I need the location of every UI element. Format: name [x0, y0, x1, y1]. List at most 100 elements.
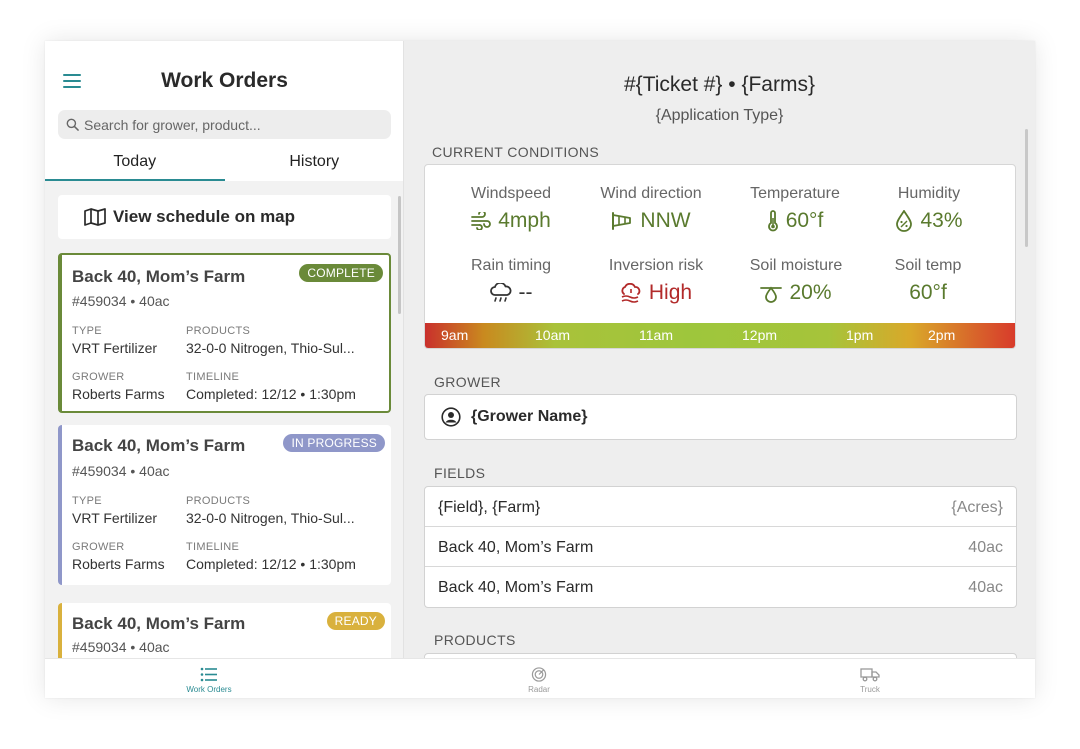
type-label: TYPE — [72, 325, 102, 337]
wind-icon — [471, 212, 492, 230]
soil-moisture-icon — [760, 286, 783, 303]
panel-title: Work Orders — [161, 69, 288, 92]
metric-value-row: High — [582, 281, 730, 305]
card-title: Back 40, Mom’s Farm — [72, 267, 246, 286]
inversion-icon — [621, 283, 641, 303]
conditions-section-label: CURRENT CONDITIONS — [432, 144, 600, 160]
view-map-label: View schedule on map — [113, 207, 296, 226]
status-badge: COMPLETE — [299, 264, 383, 282]
metric-label: Soil moisture — [749, 257, 843, 274]
scrollbar[interactable] — [1025, 129, 1028, 247]
fields-section-label: FIELDS — [434, 465, 486, 481]
metric-value: High — [648, 281, 693, 304]
tab-history[interactable]: History — [225, 149, 404, 181]
detail-title: #{Ticket #} • {Farms} — [624, 73, 815, 96]
metric-label: Wind direction — [600, 185, 702, 202]
metric-label: Inversion risk — [608, 257, 704, 274]
timeline-hour: 2pm — [928, 327, 956, 343]
nav-label: Truck — [860, 685, 880, 694]
field-row[interactable]: Back 40, Mom’s Farm 40ac — [425, 567, 1016, 607]
grower-value: Roberts Farms — [72, 556, 165, 572]
field-acres: 40ac — [968, 539, 1003, 556]
metric-value-row: 20% — [722, 281, 870, 305]
windsock-icon — [612, 212, 632, 230]
card-subtitle: #459034 • 40ac — [72, 293, 170, 309]
metric-value: 43% — [920, 209, 963, 232]
type-label: TYPE — [72, 495, 102, 507]
grower-row[interactable]: {Grower Name} — [424, 394, 1017, 440]
metric-value-row: 4mph — [437, 209, 585, 233]
field-name: {Field}, {Farm} — [438, 499, 541, 516]
products-label: PRODUCTS — [186, 325, 251, 337]
field-row[interactable]: {Field}, {Farm} {Acres} — [425, 487, 1016, 527]
radar-icon — [531, 667, 547, 682]
grower-label: GROWER — [72, 371, 125, 383]
scrollbar[interactable] — [398, 196, 401, 314]
person-icon — [441, 407, 461, 427]
metric-value: 60°f — [785, 209, 824, 232]
metric-value-row: 60°f — [721, 209, 869, 233]
grower-section-label: GROWER — [434, 374, 501, 390]
field-row[interactable]: Back 40, Mom’s Farm 40ac — [425, 527, 1016, 567]
metric-windspeed: Windspeed 4mph — [437, 185, 585, 233]
timeline-hour: 11am — [639, 327, 673, 343]
timeline-hour: 1pm — [846, 327, 874, 343]
work-orders-panel: Work Orders Today History — [45, 41, 404, 658]
metric-value-row: NNW — [577, 209, 725, 233]
products-value: 32-0-0 Nitrogen, Thio-Sul... — [186, 340, 355, 356]
work-order-card[interactable]: Back 40, Mom’s Farm #459034 • 40ac IN PR… — [58, 425, 391, 585]
tab-bar: Today History — [45, 149, 404, 181]
metric-label: Soil temp — [894, 257, 962, 274]
thermometer-icon — [767, 210, 778, 232]
timeline-value: Completed: 12/12 • 1:30pm — [186, 556, 356, 572]
field-acres: {Acres} — [951, 499, 1003, 516]
app-window: Work Orders Today History — [45, 41, 1035, 698]
conditions-timeline[interactable]: 9am 10am 11am 12pm 1pm 2pm — [425, 323, 1015, 348]
metric-soil-moisture: Soil moisture 20% — [722, 257, 870, 305]
timeline-hour: 10am — [535, 327, 571, 343]
nav-truck[interactable]: Truck — [810, 667, 930, 694]
card-title: Back 40, Mom’s Farm — [72, 436, 246, 455]
metric-value: 4mph — [498, 209, 551, 232]
nav-label: Radar — [528, 685, 550, 694]
metric-value-row: -- — [437, 281, 585, 305]
status-badge: IN PROGRESS — [283, 434, 385, 452]
work-order-detail[interactable]: #{Ticket #} • {Farms} {Application Type}… — [404, 41, 1035, 658]
metric-value: -- — [518, 281, 533, 304]
card-title: Back 40, Mom’s Farm — [72, 614, 246, 633]
list-icon — [200, 667, 217, 682]
metric-label: Humidity — [897, 185, 961, 202]
work-orders-header: Work Orders Today History — [45, 41, 404, 181]
rain-icon — [489, 283, 511, 302]
card-subtitle: #459034 • 40ac — [72, 639, 170, 655]
field-name: Back 40, Mom’s Farm — [438, 579, 594, 596]
type-value: VRT Fertilizer — [72, 340, 158, 356]
grower-value: Roberts Farms — [72, 386, 165, 402]
timeline-hour: 9am — [441, 327, 469, 343]
fields-list: {Field}, {Farm} {Acres} Back 40, Mom’s F… — [424, 486, 1017, 608]
status-badge: READY — [326, 612, 385, 630]
nav-work-orders[interactable]: Work Orders — [149, 667, 269, 694]
map-icon — [84, 208, 106, 226]
metric-temperature: Temperature 60°f — [721, 185, 869, 233]
view-map-button[interactable]: View schedule on map — [58, 195, 391, 239]
nav-radar[interactable]: Radar — [479, 667, 599, 694]
bottom-navigation: Work Orders Radar Truck — [45, 658, 1035, 698]
truck-icon — [860, 668, 880, 682]
grower-name: {Grower Name} — [471, 408, 588, 425]
search-input[interactable] — [84, 116, 374, 133]
timeline-value: Completed: 12/12 • 1:30pm — [186, 386, 356, 402]
metric-humidity: Humidity 43% — [855, 185, 1003, 233]
timeline-hour: 12pm — [742, 327, 778, 343]
field-name: Back 40, Mom’s Farm — [438, 539, 594, 556]
work-order-card[interactable]: Back 40, Mom’s Farm #459034 • 40ac READY — [58, 603, 391, 658]
metric-label: Rain timing — [470, 257, 552, 274]
metric-value: NNW — [640, 209, 691, 232]
work-order-list[interactable]: View schedule on map Back 40, Mom’s Farm… — [45, 181, 403, 658]
tab-today[interactable]: Today — [45, 149, 225, 181]
metric-value: 60°f — [909, 281, 947, 304]
metric-label: Temperature — [750, 185, 840, 202]
search-bar[interactable] — [58, 110, 391, 139]
humidity-icon — [896, 210, 913, 232]
work-order-card[interactable]: Back 40, Mom’s Farm #459034 • 40ac COMPL… — [58, 253, 391, 413]
